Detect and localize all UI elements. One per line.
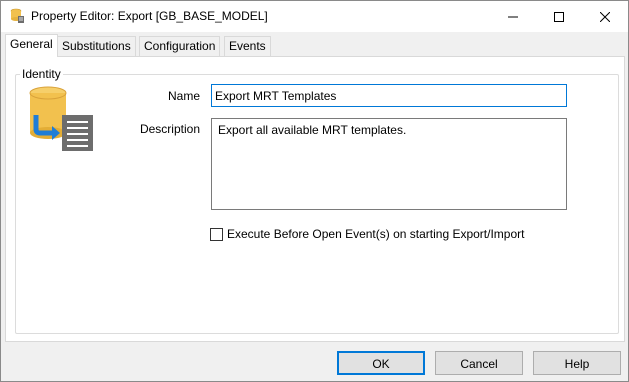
ok-button[interactable]: OK [337,351,425,375]
tab-events[interactable]: Events [224,36,271,56]
tab-configuration[interactable]: Configuration [139,36,221,56]
close-icon [600,11,610,22]
name-label: Name [167,89,200,103]
close-button[interactable] [582,1,628,32]
property-editor-window: Property Editor: Export [GB_BASE_MODEL] … [0,0,629,382]
database-export-icon [10,8,24,23]
tab-strip: General Substitutions Configuration Even… [1,34,629,57]
tab-substitutions[interactable]: Substitutions [57,36,136,56]
identity-group-legend: Identity [20,67,63,81]
name-input[interactable] [211,84,567,107]
minimize-button[interactable] [490,1,536,32]
title-bar[interactable]: Property Editor: Export [GB_BASE_MODEL] [1,1,628,32]
general-tab-panel: Identity Name Description Export all ava… [5,56,625,342]
description-textarea[interactable]: Export all available MRT templates. [211,118,567,210]
database-export-icon [29,86,93,151]
window-title: Property Editor: Export [GB_BASE_MODEL] [31,9,268,23]
help-button[interactable]: Help [533,351,621,375]
maximize-button[interactable] [536,1,582,32]
maximize-icon [554,11,564,22]
execute-before-open-label: Execute Before Open Event(s) on starting… [227,227,525,241]
minimize-icon [508,16,518,17]
tab-general[interactable]: General [5,34,58,57]
execute-before-open-checkbox[interactable] [210,228,223,241]
description-label: Description [139,122,200,136]
cancel-button[interactable]: Cancel [435,351,523,375]
